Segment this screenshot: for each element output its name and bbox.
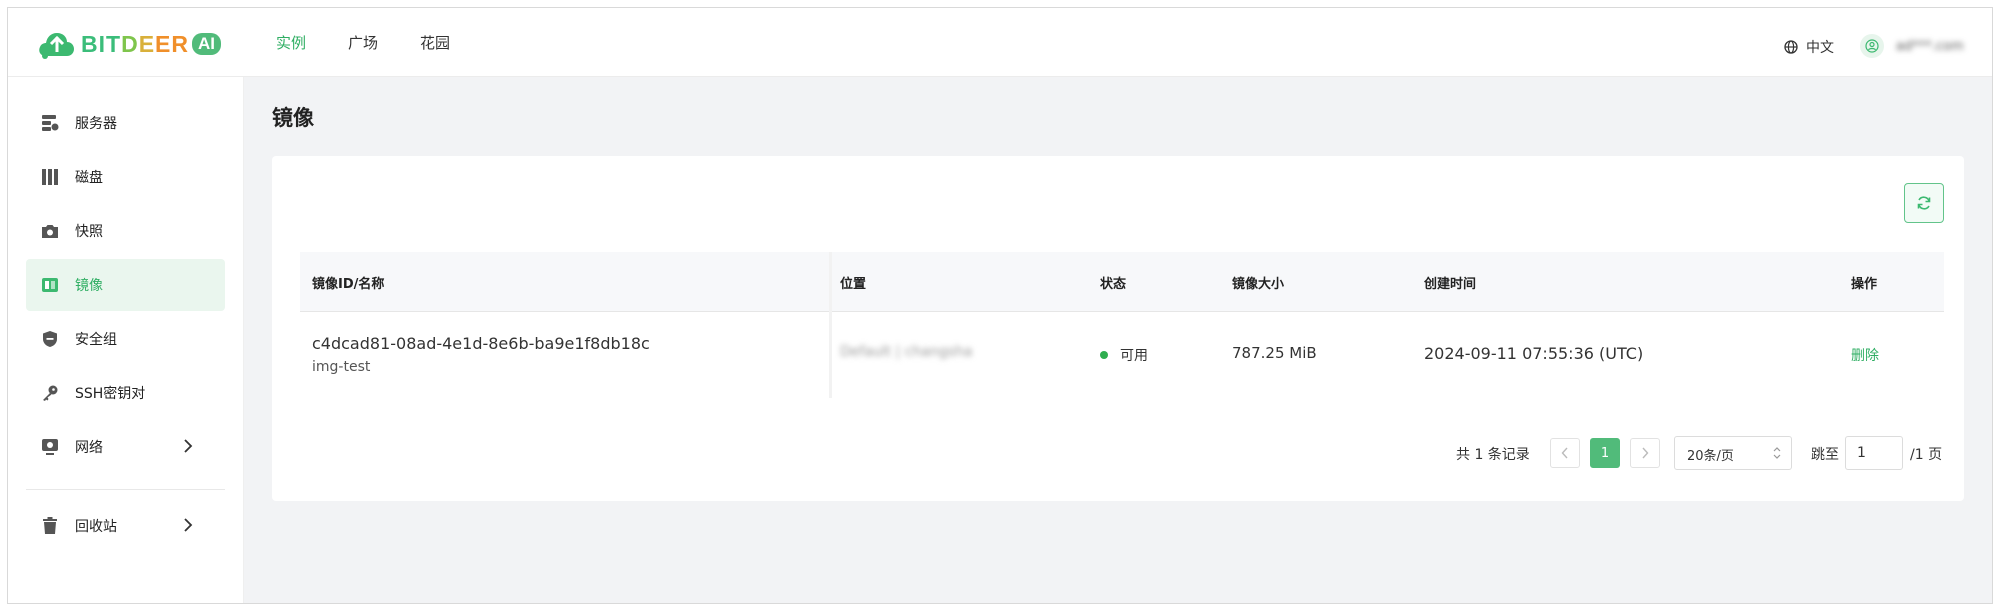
user-icon [1865, 39, 1879, 53]
sidebar-item-images[interactable]: 镜像 [26, 259, 225, 311]
status-dot-icon [1100, 351, 1108, 359]
image-icon [40, 275, 60, 295]
column-header-status: 状态 [1100, 277, 1127, 292]
username: ad***.com [1896, 38, 1964, 54]
column-header-actions: 操作 [1851, 277, 1878, 292]
sidebar-item-recycle-bin[interactable]: 回收站 [26, 500, 225, 552]
sidebar-item-label: 镜像 [75, 278, 103, 294]
image-size: 787.25 MiB [1232, 344, 1317, 362]
sidebar-item-security-groups[interactable]: 安全组 [26, 313, 225, 365]
next-page-button[interactable] [1630, 438, 1660, 468]
chevron-left-icon [1561, 447, 1568, 459]
topnav-item-garden[interactable]: 花园 [420, 32, 450, 53]
sidebar-item-network[interactable]: 网络 [26, 421, 225, 473]
key-icon [40, 383, 60, 403]
sidebar-item-disks[interactable]: 磁盘 [26, 151, 225, 203]
images-table: 镜像ID/名称 位置 状态 镜像大小 创建时间 操作 c4dcad81-08ad… [300, 252, 1944, 398]
sidebar-item-label: SSH密钥对 [75, 386, 146, 402]
language-switcher[interactable]: 中文 [1784, 37, 1834, 57]
refresh-button[interactable] [1904, 183, 1944, 223]
app-window: BITDEER AI 实例 广场 花园 中文 ad***.com 服务器 磁盘 … [7, 7, 1993, 604]
sidebar-divider [26, 489, 225, 490]
delete-link[interactable]: 删除 [1851, 345, 1879, 365]
page-title: 镜像 [272, 106, 314, 130]
pagination: 共 1 条记录 1 20条/页 跳至 1 /1 页 [272, 436, 1964, 470]
image-id: c4dcad81-08ad-4e1d-8e6b-ba9e1f8db18c [312, 334, 650, 353]
sidebar-item-snapshots[interactable]: 快照 [26, 205, 225, 257]
images-card: 镜像ID/名称 位置 状态 镜像大小 创建时间 操作 c4dcad81-08ad… [272, 156, 1964, 501]
brand-ai-badge: AI [191, 33, 221, 55]
network-icon [40, 437, 60, 457]
image-location: Default | changsha [840, 344, 973, 360]
chevron-right-icon [1642, 447, 1649, 459]
goto-label: 跳至 [1811, 447, 1839, 463]
sidebar-item-label: 服务器 [75, 116, 117, 132]
top-nav: 实例 广场 花园 [276, 8, 492, 77]
column-header-location: 位置 [840, 277, 867, 292]
user-menu[interactable]: ad***.com [1860, 34, 1964, 58]
sidebar-item-ssh-keys[interactable]: SSH密钥对 [26, 367, 225, 419]
trash-icon [40, 516, 60, 536]
avatar [1860, 34, 1884, 58]
shield-icon [40, 329, 60, 349]
sidebar-item-servers[interactable]: 服务器 [26, 97, 225, 149]
page-size-value: 20条/页 [1687, 449, 1734, 464]
server-icon [40, 113, 60, 133]
chevron-right-icon [184, 439, 193, 453]
sort-arrows-icon [1773, 447, 1781, 459]
table-header: 镜像ID/名称 位置 状态 镜像大小 创建时间 操作 [300, 252, 1944, 312]
main-content: 镜像 镜像ID/名称 位置 状态 镜像大小 创建时间 操作 c4dcad81-0… [244, 77, 1992, 603]
column-header-size: 镜像大小 [1232, 277, 1285, 292]
topnav-item-square[interactable]: 广场 [348, 32, 378, 53]
image-created-time: 2024-09-11 07:55:36 (UTC) [1424, 344, 1644, 363]
column-header-created: 创建时间 [1424, 277, 1477, 292]
page-number-button[interactable]: 1 [1590, 438, 1620, 468]
status-badge: 可用 [1100, 345, 1148, 365]
camera-icon [40, 221, 60, 241]
image-name: img-test [312, 359, 371, 375]
sidebar-item-label: 网络 [75, 440, 103, 456]
table-row: c4dcad81-08ad-4e1d-8e6b-ba9e1f8db18c img… [300, 312, 1944, 398]
sidebar-item-label: 回收站 [75, 519, 117, 535]
brand-name: BITDEER [81, 30, 189, 57]
top-bar: BITDEER AI 实例 广场 花园 中文 ad***.com [8, 8, 1992, 77]
disk-icon [40, 167, 60, 187]
goto-page-input[interactable] [1845, 436, 1903, 470]
sidebar-item-label: 磁盘 [75, 170, 103, 186]
refresh-icon [1917, 196, 1931, 210]
cloud-logo-icon [39, 33, 74, 59]
page-size-select[interactable]: 20条/页 [1674, 436, 1792, 470]
language-label: 中文 [1806, 40, 1834, 56]
topnav-item-instances[interactable]: 实例 [276, 32, 306, 53]
total-records: 共 1 条记录 [1456, 447, 1530, 463]
brand-logo[interactable]: BITDEER AI [37, 27, 221, 61]
prev-page-button[interactable] [1550, 438, 1580, 468]
total-pages-label: /1 页 [1910, 447, 1943, 463]
sidebar: 服务器 磁盘 快照 镜像 安全组 SSH密钥对 网络 回收站 [8, 77, 244, 603]
sidebar-item-label: 快照 [75, 224, 103, 240]
chevron-right-icon [184, 518, 193, 532]
column-header-id: 镜像ID/名称 [312, 277, 385, 292]
sidebar-item-label: 安全组 [75, 332, 117, 348]
globe-icon [1784, 40, 1798, 54]
status-label: 可用 [1120, 348, 1148, 364]
